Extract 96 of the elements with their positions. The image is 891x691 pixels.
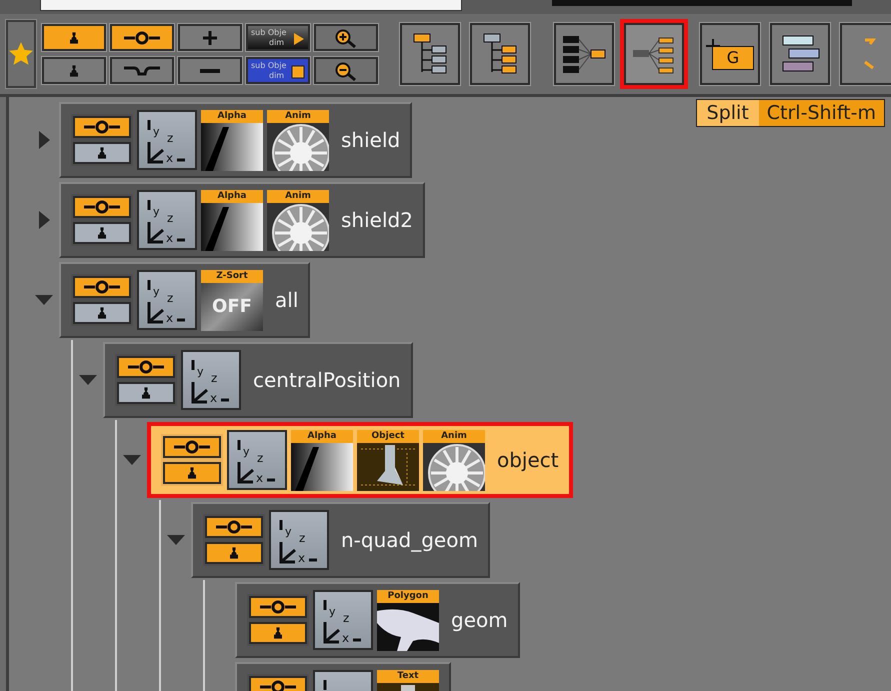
connector-toggle[interactable] — [73, 196, 131, 218]
connector-icon — [82, 200, 122, 214]
merge-button[interactable] — [554, 23, 614, 85]
plugin-label: Alpha — [201, 190, 263, 202]
tooltip-name: Split — [696, 100, 759, 126]
visibility-toggle[interactable] — [73, 142, 131, 164]
plus-icon — [202, 30, 218, 46]
node-name: centralPosition — [253, 368, 401, 392]
transform-icon[interactable]: y z x — [181, 350, 241, 410]
visibility-toggle[interactable] — [249, 622, 307, 644]
collapse-button[interactable] — [178, 57, 242, 84]
square-icon — [291, 65, 305, 79]
wheel-thumbnail — [267, 202, 329, 250]
visibility-toggle[interactable] — [117, 382, 175, 404]
scene-node[interactable]: Text — [235, 662, 451, 691]
transform-icon[interactable]: y z x — [137, 190, 197, 250]
plugin-label: Alpha — [201, 110, 263, 122]
transform-icon[interactable]: y z x — [137, 110, 197, 170]
curve-toggle[interactable] — [110, 57, 174, 84]
curve-icon — [122, 64, 162, 78]
transform-icon[interactable]: y z x — [269, 510, 329, 570]
star-icon — [8, 41, 34, 67]
plugin-label: Anim — [423, 430, 485, 442]
visibility-toggle[interactable] — [42, 24, 106, 51]
favorite-button[interactable] — [6, 20, 36, 88]
zoom-out-icon — [334, 60, 358, 80]
visibility-toggle[interactable] — [163, 462, 221, 484]
visibility-toggle[interactable] — [73, 222, 131, 244]
connector-toggle[interactable] — [73, 116, 131, 138]
node-name: shield2 — [341, 208, 413, 232]
connector-icon — [258, 680, 298, 691]
visibility-toggle[interactable] — [42, 57, 106, 84]
sub-object-button[interactable]: sub Obje dim — [246, 24, 310, 51]
tooltip-shortcut: Ctrl-Shift-m — [758, 100, 884, 126]
wheel-thumbnail — [423, 442, 485, 490]
connector-toggle[interactable] — [110, 24, 174, 51]
hierarchy-alt-button[interactable] — [470, 23, 530, 85]
alpha-gradient-thumbnail — [201, 122, 263, 170]
plugin-label: Anim — [267, 110, 329, 122]
node-name: shield — [341, 128, 400, 152]
connector-toggle[interactable] — [117, 356, 175, 378]
group-letter: G — [726, 48, 740, 66]
plugin-label: Text — [377, 670, 439, 682]
connector-icon — [82, 120, 122, 134]
transform-icon[interactable]: y z x — [227, 430, 287, 490]
plugin-label: Object — [357, 430, 419, 442]
alpha-gradient-thumbnail — [291, 442, 353, 490]
transform-icon[interactable]: y z x — [313, 590, 373, 650]
group-button[interactable]: G — [700, 23, 760, 85]
visibility-toggle[interactable] — [205, 542, 263, 564]
zoom-out-button[interactable] — [314, 57, 378, 84]
layers-button[interactable] — [770, 23, 830, 85]
connector-icon — [258, 600, 298, 614]
zoom-in-icon — [334, 28, 358, 48]
sub-object-label: sub Obje — [251, 60, 286, 70]
scene-node[interactable]: y z x centralPosition — [103, 342, 413, 418]
scene-node[interactable]: y z x Alpha Anim shield — [59, 102, 412, 178]
connector-icon — [122, 30, 162, 44]
dim-label: dim — [268, 70, 284, 80]
plugin-label: Alpha — [291, 430, 353, 442]
scene-node[interactable]: y z x Z-Sort OFF all — [59, 262, 310, 338]
dim-label: dim — [268, 38, 284, 48]
minus-icon — [200, 68, 220, 74]
alpha-gradient-thumbnail — [201, 202, 263, 250]
wheel-thumbnail — [267, 122, 329, 170]
connector-toggle[interactable] — [73, 276, 131, 298]
scene-node[interactable]: y z x Polygon geom — [235, 582, 520, 658]
node-name: object — [497, 448, 559, 472]
connector-icon — [82, 280, 122, 294]
scene-node[interactable]: y z x Alpha Object Anim object — [147, 422, 573, 498]
connector-icon — [126, 360, 166, 374]
connector-icon — [172, 440, 212, 454]
node-name: all — [275, 288, 298, 312]
hierarchy-button[interactable] — [400, 23, 460, 85]
node-name: n-quad_geom — [341, 528, 478, 552]
partial-button[interactable] — [840, 23, 891, 85]
connector-toggle[interactable] — [205, 516, 263, 538]
cone-thumbnail — [357, 442, 419, 490]
connector-toggle[interactable] — [249, 596, 307, 618]
connector-icon — [214, 520, 254, 534]
polygon-thumbnail — [377, 602, 439, 650]
visibility-toggle[interactable] — [73, 302, 131, 324]
transform-icon[interactable]: y z x — [137, 270, 197, 330]
plugin-label: Anim — [267, 190, 329, 202]
expand-button[interactable] — [178, 24, 242, 51]
off-label: OFF — [212, 296, 252, 317]
connector-toggle[interactable] — [163, 436, 221, 458]
plugin-label: Polygon — [377, 590, 439, 602]
play-icon — [293, 32, 305, 46]
plugin-label: Z-Sort — [201, 270, 263, 282]
node-name: geom — [451, 608, 508, 632]
scene-node[interactable]: y z x n-quad_geom — [191, 502, 490, 578]
scene-node[interactable]: y z x Alpha Anim shield2 — [59, 182, 425, 258]
zoom-in-button[interactable] — [314, 24, 378, 51]
sub-object-label: sub Obje — [251, 28, 286, 38]
sub-object-button[interactable]: sub Obje dim — [246, 57, 310, 84]
